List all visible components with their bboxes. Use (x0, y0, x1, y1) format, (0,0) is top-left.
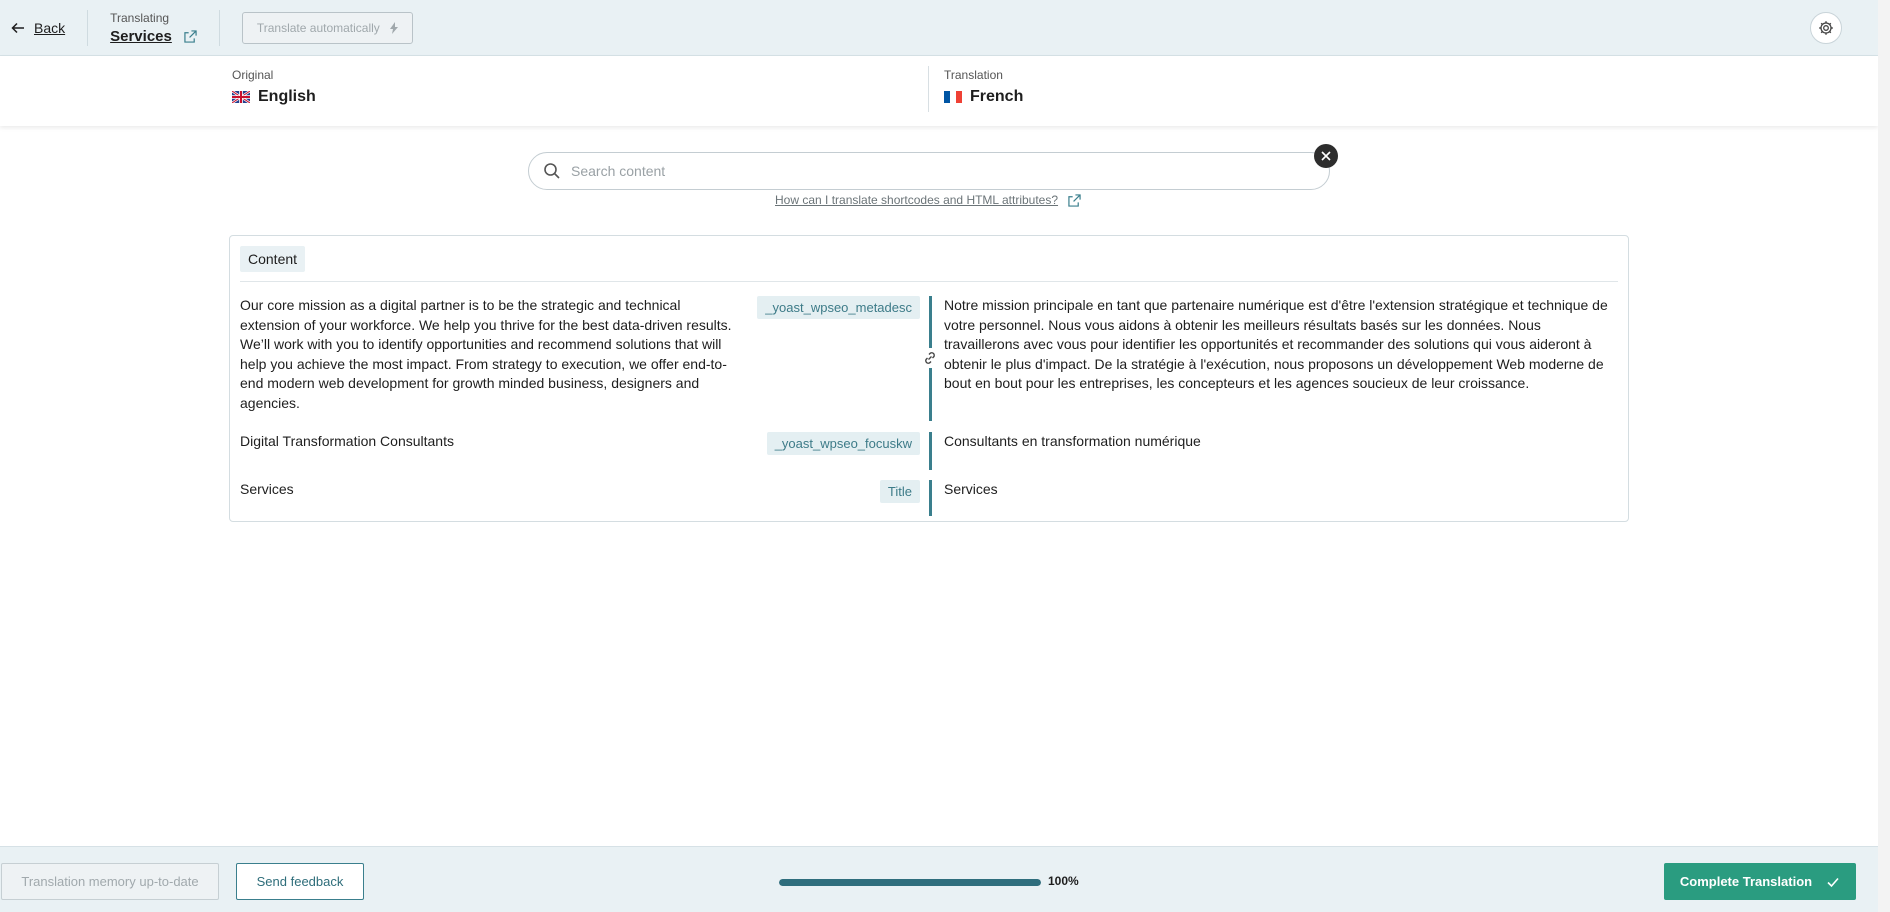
section-title: Content (240, 246, 306, 272)
top-bar: Back Translating Services Translate auto… (0, 0, 1878, 56)
original-language: Original English (232, 68, 316, 106)
translation-language: Translation French (944, 68, 1023, 106)
progress-bar (779, 879, 1041, 886)
search-box (528, 152, 1330, 190)
translate-automatically-label: Translate automatically (256, 20, 380, 35)
source-text: Our core mission as a digital partner is… (240, 297, 732, 411)
field-key-badge: _yoast_wpseo_metadesc (757, 296, 920, 319)
france-flag-icon (944, 91, 962, 103)
field-key-badge: Title (879, 480, 920, 503)
content-panel: Content Our core mission as a digital pa… (229, 235, 1629, 522)
lightning-icon (389, 21, 398, 34)
original-language-name: English (232, 88, 316, 106)
field-key-badge: _yoast_wpseo_focuskw (766, 432, 920, 455)
language-divider (928, 66, 929, 112)
progress-text: 100% (1048, 874, 1079, 888)
divider (240, 281, 1618, 282)
progress-fill (779, 879, 1041, 886)
arrow-left-icon (11, 22, 24, 33)
translating-label: Translating (110, 10, 170, 25)
source-text: Services (240, 481, 294, 497)
translate-automatically-button[interactable]: Translate automatically (241, 11, 413, 44)
chain-link-icon (925, 352, 935, 364)
settings-button[interactable] (1810, 12, 1842, 44)
translation-memory-button[interactable]: Translation memory up-to-date (1, 863, 219, 900)
page-name: Services (110, 27, 172, 45)
divider (218, 9, 220, 46)
row-indicator (929, 480, 932, 516)
back-label: Back (34, 19, 66, 36)
complete-translation-label: Complete Translation (1679, 874, 1813, 889)
translation-text[interactable]: Notre mission principale en tant que par… (944, 296, 1616, 394)
translation-label: Translation (944, 68, 1003, 82)
gear-icon (1819, 21, 1833, 35)
clear-search-button[interactable] (1314, 144, 1338, 168)
checkmark-icon (1827, 877, 1839, 887)
language-header: Original English Translation French (0, 56, 1878, 126)
external-link-icon (1068, 193, 1081, 207)
send-feedback-button[interactable]: Send feedback (236, 863, 364, 900)
page-title-link[interactable]: Services (110, 28, 197, 45)
source-text: Digital Transformation Consultants (240, 433, 454, 449)
search-icon (544, 163, 560, 179)
back-link[interactable]: Back (10, 20, 65, 36)
shortcodes-help-link[interactable]: How can I translate shortcodes and HTML … (775, 193, 1081, 207)
external-link-icon[interactable] (184, 29, 197, 43)
link-icon[interactable] (920, 348, 940, 368)
close-icon (1321, 151, 1331, 161)
divider (87, 9, 89, 46)
footer-bar: Translation memory up-to-date Send feedb… (0, 846, 1878, 912)
search-input[interactable] (571, 163, 1271, 179)
scrollbar[interactable] (1878, 0, 1890, 912)
translation-text[interactable]: Services (944, 480, 1616, 500)
row-indicator (929, 432, 932, 470)
complete-translation-button[interactable]: Complete Translation (1664, 863, 1856, 900)
translation-text[interactable]: Consultants en transformation numérique (944, 432, 1616, 452)
translating-info: Translating Services (110, 11, 197, 45)
original-label: Original (232, 68, 274, 82)
uk-flag-icon (232, 91, 250, 103)
translation-language-name: French (944, 88, 1023, 106)
